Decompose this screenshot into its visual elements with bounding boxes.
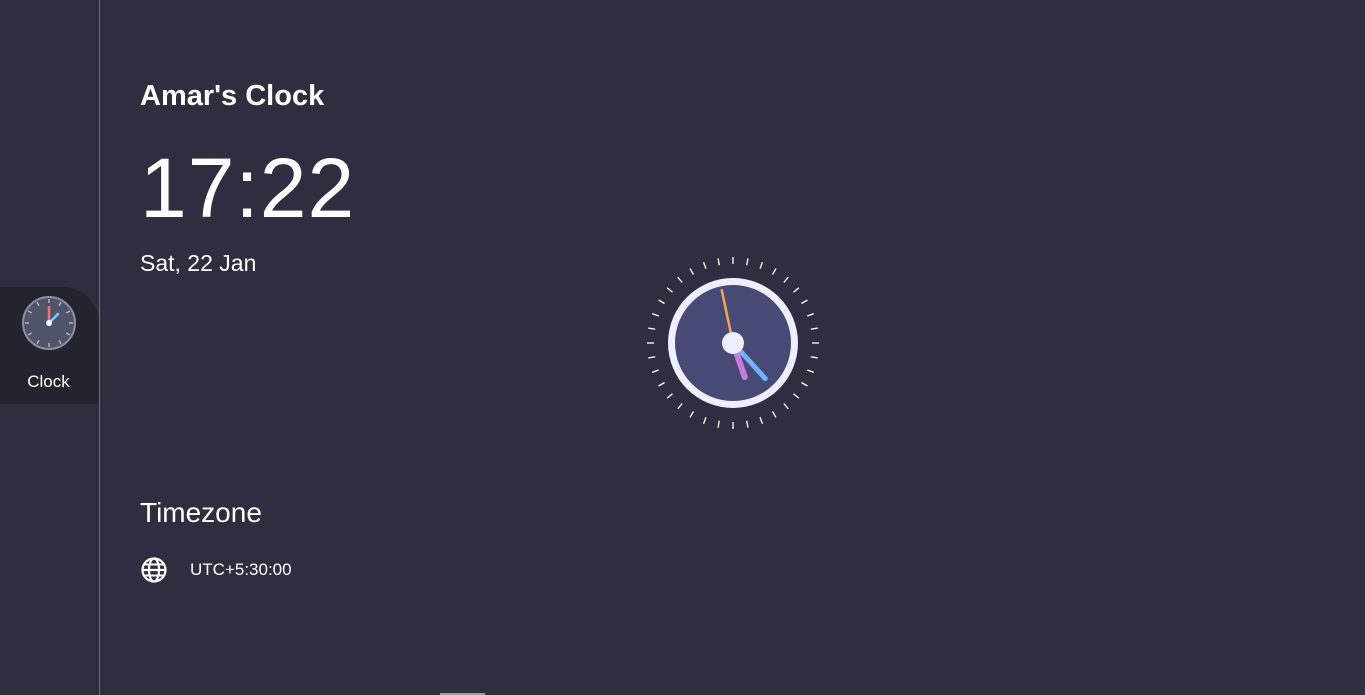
dial-tick <box>648 356 656 359</box>
dial-tick <box>783 276 789 283</box>
dial-tick <box>666 393 673 399</box>
timezone-heading: Timezone <box>140 497 262 528</box>
dial-tick <box>677 403 683 410</box>
analog-clock-icon <box>22 296 76 350</box>
dial-tick <box>771 411 777 418</box>
digital-time: 17:22 <box>140 141 356 235</box>
dial-tick <box>810 327 818 330</box>
dial-tick <box>651 312 659 317</box>
timezone-value: UTC+5:30:00 <box>190 560 292 579</box>
dial-tick <box>801 381 808 387</box>
dial-tick <box>807 312 815 317</box>
clock-center-pin <box>722 332 744 354</box>
dial-tick <box>807 369 815 374</box>
dial-tick <box>746 258 749 266</box>
dial-tick <box>651 369 659 374</box>
dial-tick <box>666 287 673 293</box>
dial-tick <box>677 276 683 283</box>
dial-tick <box>810 356 818 359</box>
dial-tick <box>759 261 764 269</box>
dial-tick <box>689 268 695 275</box>
page-title: Amar's Clock <box>140 80 325 112</box>
analog-clock <box>647 257 819 429</box>
dial-tick <box>746 420 749 428</box>
dial-tick <box>801 299 808 305</box>
dial-tick <box>717 258 720 266</box>
dial-tick <box>783 403 789 410</box>
dial-tick <box>771 268 777 275</box>
dial-tick <box>793 393 800 399</box>
dial-tick <box>702 417 707 425</box>
dial-tick <box>702 261 707 269</box>
dial-tick <box>658 299 665 305</box>
dial-tick <box>689 411 695 418</box>
sidebar-item-label: Clock <box>27 372 70 391</box>
dial-tick <box>658 381 665 387</box>
globe-icon <box>141 557 167 583</box>
dial-tick <box>717 420 720 428</box>
dial-tick <box>793 287 800 293</box>
dial-tick <box>759 417 764 425</box>
dial-tick <box>648 327 656 330</box>
current-date: Sat, 22 Jan <box>140 250 257 276</box>
